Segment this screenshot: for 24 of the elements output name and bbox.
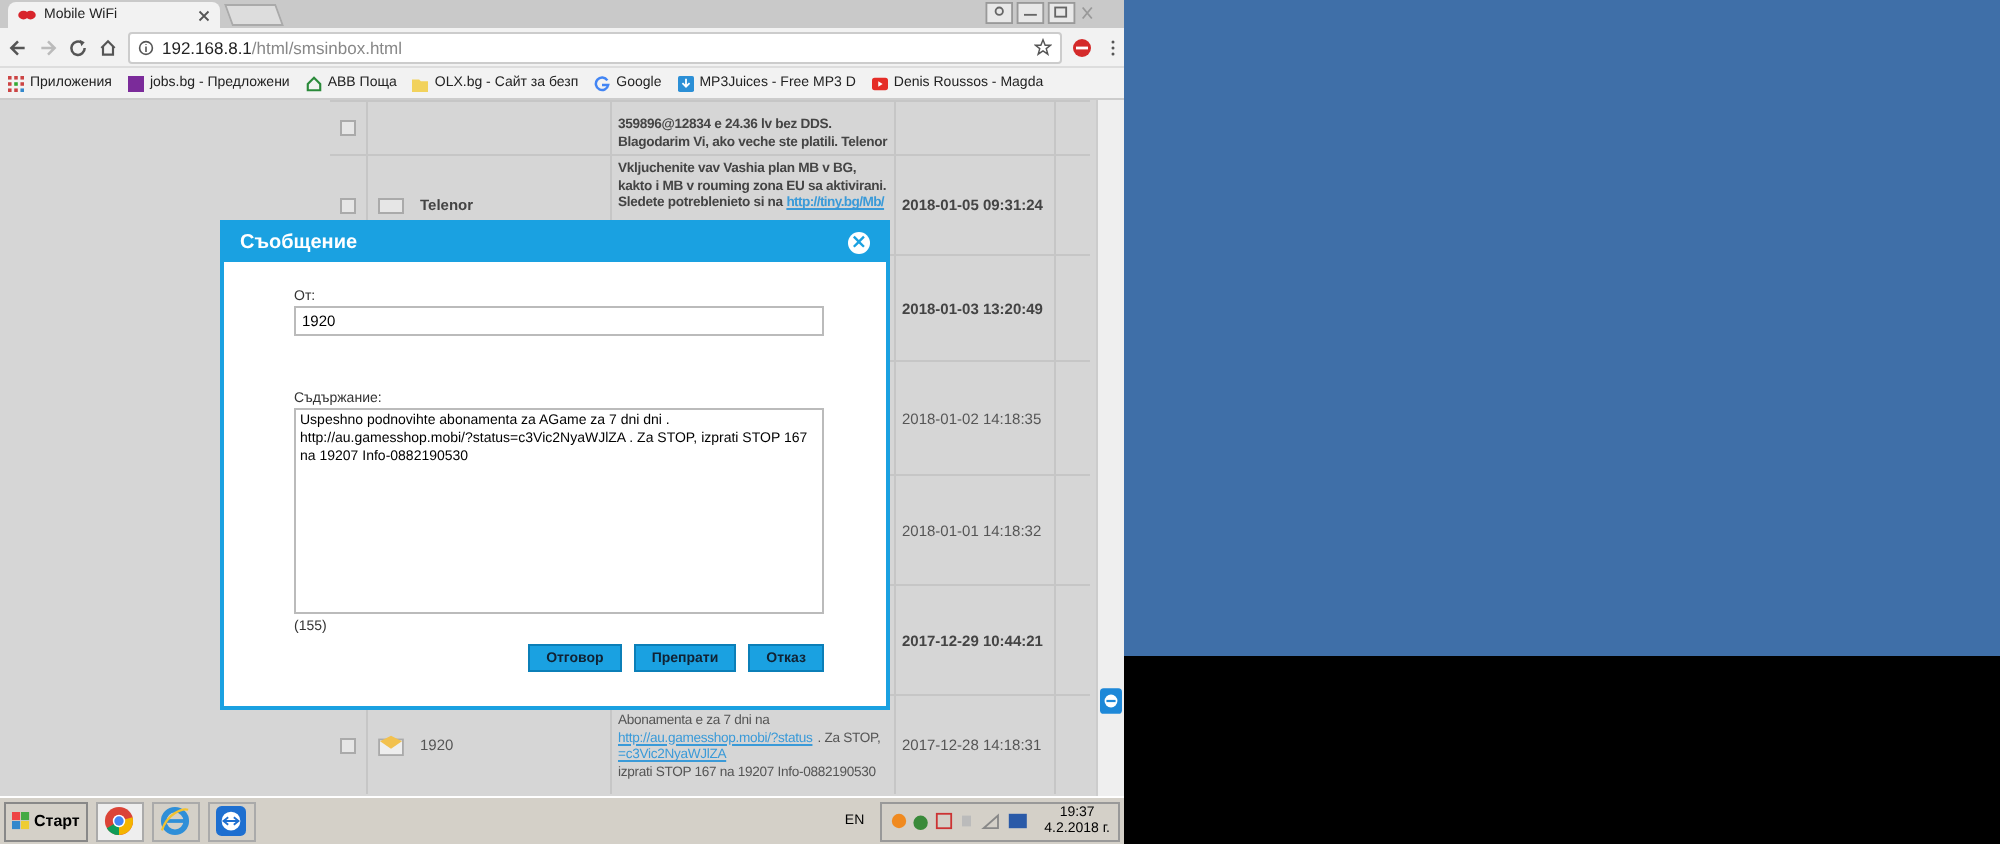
close-icon[interactable] [198, 9, 210, 21]
flower-icon [18, 8, 36, 22]
grid-icon [8, 75, 24, 91]
start-button[interactable]: Старт [4, 801, 88, 841]
info-icon [138, 39, 154, 55]
windows-flag-icon [12, 812, 30, 830]
download-icon [677, 75, 694, 91]
play-icon [871, 75, 888, 91]
star-icon[interactable] [1034, 38, 1052, 56]
home-icon[interactable] [98, 37, 118, 57]
row-checkbox[interactable] [340, 120, 356, 136]
address-bar[interactable]: 192.168.8.1/html/smsinbox.html [128, 31, 1062, 63]
reload-icon[interactable] [68, 37, 88, 57]
google-g-icon [594, 75, 611, 91]
scrollbar[interactable] [1096, 100, 1124, 796]
row-checkbox[interactable] [340, 197, 356, 213]
dialog-title: Съобщение [240, 232, 358, 254]
square-icon [127, 75, 144, 91]
folder-icon [412, 75, 429, 91]
row-checkbox[interactable] [340, 737, 356, 753]
menu-icon[interactable] [1110, 37, 1116, 57]
stop-sign-icon[interactable] [1072, 37, 1092, 57]
house-icon [305, 75, 322, 91]
back-icon[interactable] [8, 37, 28, 57]
